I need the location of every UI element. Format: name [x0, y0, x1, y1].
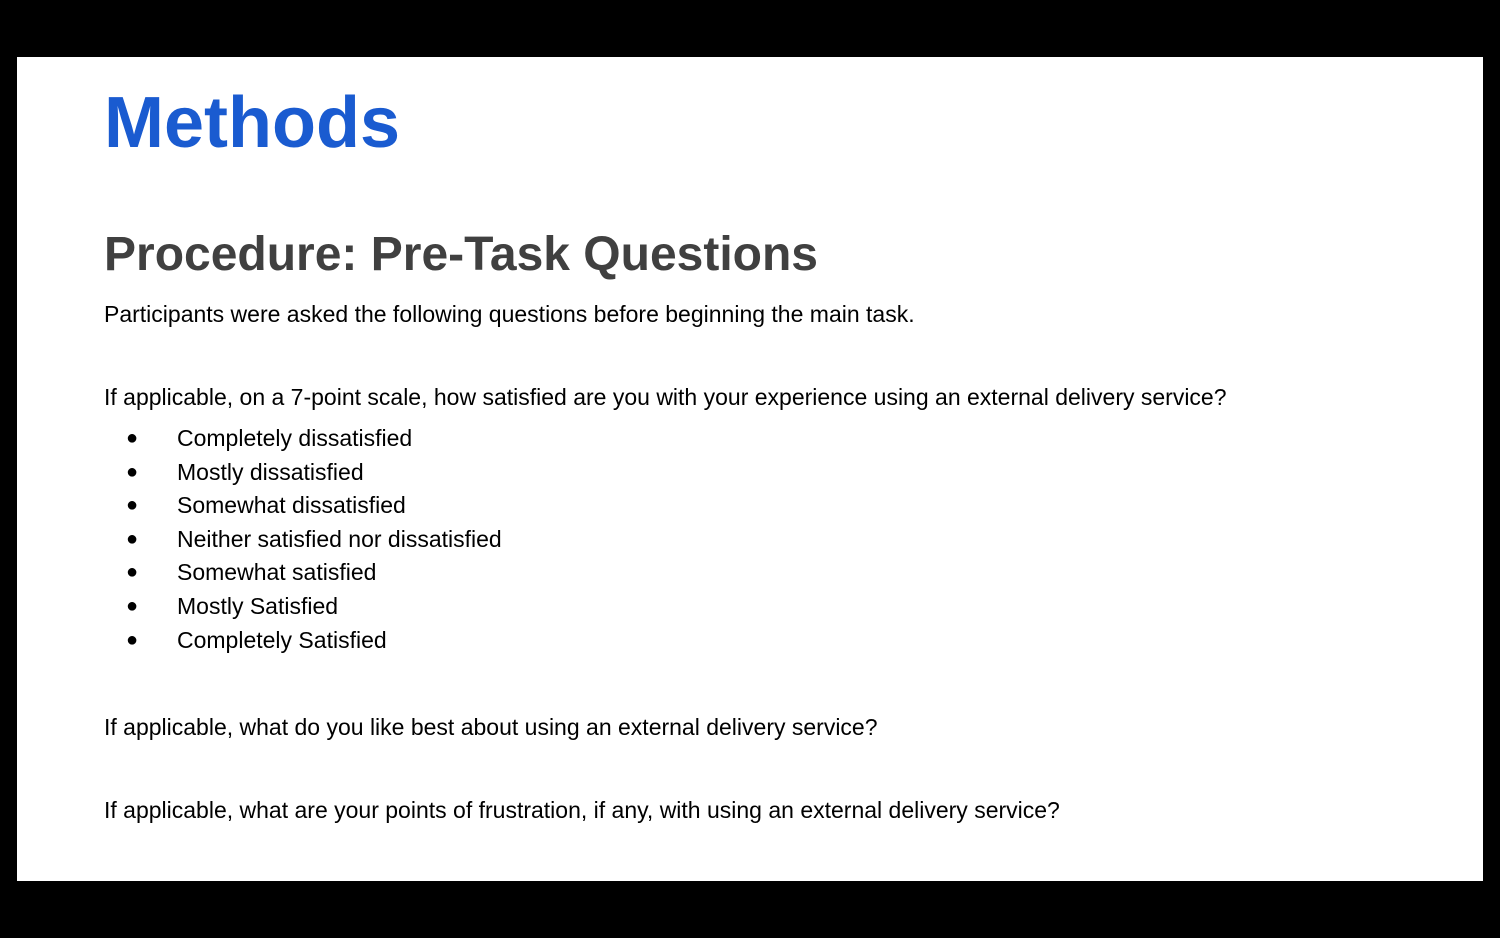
slide-title: Methods	[104, 83, 400, 163]
bullet-icon: ●	[126, 561, 139, 584]
bullet-icon: ●	[126, 460, 139, 483]
bullet-icon: ●	[126, 594, 139, 617]
question-frustrations: If applicable, what are your points of f…	[104, 797, 1060, 823]
question-satisfaction: If applicable, on a 7-point scale, how s…	[104, 384, 1227, 410]
option-label: Neither satisfied nor dissatisfied	[177, 525, 502, 552]
option-label: Mostly dissatisfied	[177, 458, 364, 485]
slide-subtitle: Procedure: Pre-Task Questions	[104, 228, 818, 281]
bullet-icon: ●	[126, 494, 139, 517]
option-label: Somewhat dissatisfied	[177, 492, 406, 519]
option-label: Mostly Satisfied	[177, 592, 339, 619]
intro-text: Participants were asked the following qu…	[104, 301, 915, 327]
bullet-icon: ●	[126, 527, 139, 550]
question-likes: If applicable, what do you like best abo…	[104, 714, 878, 740]
option-label: Completely Satisfied	[177, 626, 387, 653]
bullet-icon: ●	[126, 427, 139, 449]
option-label: Completely dissatisfied	[177, 425, 413, 451]
slide: Methods Procedure: Pre-Task Questions Pa…	[17, 57, 1483, 881]
bullet-icon: ●	[126, 628, 139, 651]
option-label: Somewhat satisfied	[177, 559, 377, 586]
